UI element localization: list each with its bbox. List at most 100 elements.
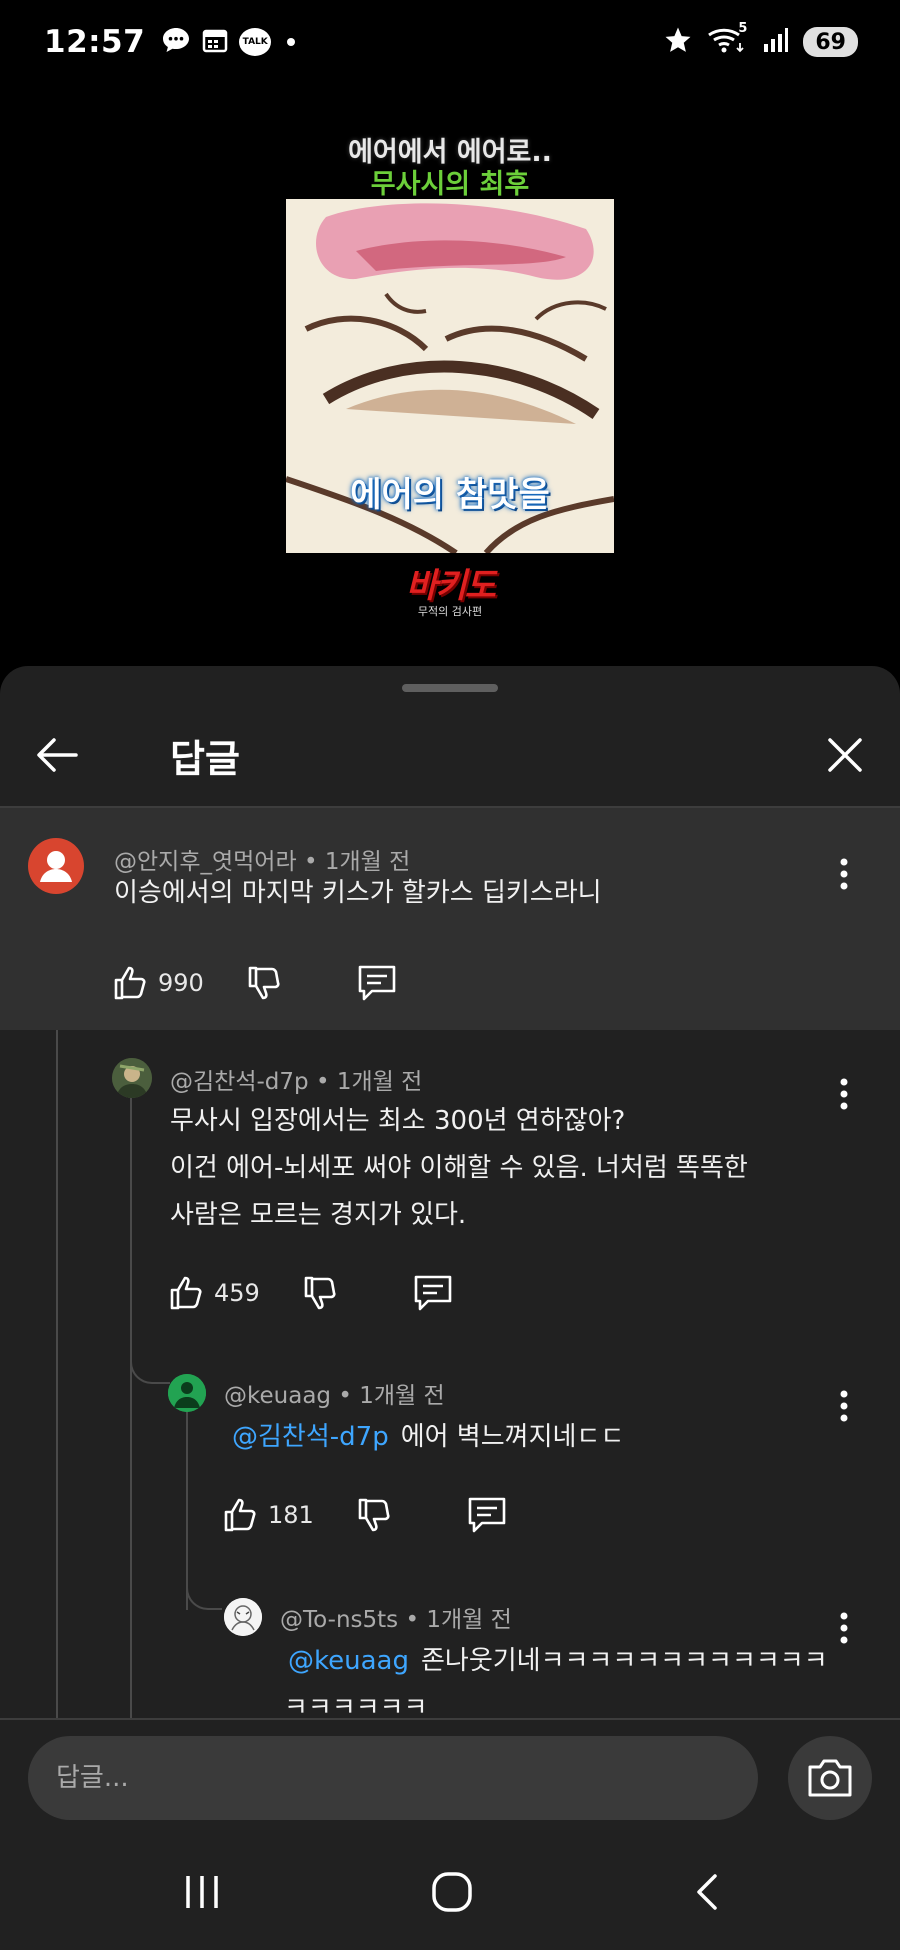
video-logo-sub: 무적의 검사편: [417, 605, 483, 618]
status-right: 5 69: [663, 21, 858, 59]
notification-icons: TALK: [161, 26, 296, 58]
thumbs-down-icon: [358, 1498, 390, 1532]
more-vertical-icon: [840, 1078, 848, 1110]
like-button[interactable]: [168, 1274, 206, 1312]
dot-icon: [287, 38, 296, 46]
thumbs-up-icon: [114, 966, 146, 1000]
thread-line: [130, 1084, 132, 1728]
sheet-title: 답글: [170, 737, 240, 781]
like-count: 459: [214, 1279, 260, 1307]
more-options-button[interactable]: [829, 1072, 859, 1116]
reply-input-bar: [0, 1718, 900, 1828]
like-count: 990: [158, 969, 204, 997]
calendar-icon: [201, 26, 229, 58]
camera-button[interactable]: [788, 1736, 872, 1820]
user-silhouette-icon: [40, 851, 72, 882]
avatar-image-icon: [168, 1374, 206, 1412]
dislike-button[interactable]: [246, 964, 284, 1002]
comment-body: 에어 벽느껴지네ㄷㄷ: [400, 1422, 625, 1452]
close-button[interactable]: [822, 732, 868, 778]
reply-button[interactable]: [412, 1273, 454, 1313]
video-thumbnail: 에어의 참맛을: [286, 199, 614, 553]
like-button[interactable]: [112, 964, 150, 1002]
video-logo-main: 바키도: [406, 566, 496, 606]
status-time: 12:57: [44, 24, 146, 60]
reply-button[interactable]: [356, 963, 398, 1003]
system-nav-bar: [0, 1828, 900, 1950]
comment-author[interactable]: @To-ns5ts: [280, 1607, 398, 1633]
avatar[interactable]: [224, 1598, 262, 1636]
more-options-button[interactable]: [829, 1384, 859, 1428]
reply-input[interactable]: [28, 1736, 758, 1820]
comment-meta: @To-ns5ts • 1개월 전: [280, 1600, 512, 1634]
avatar-image-icon: [224, 1598, 262, 1636]
camera-icon: [808, 1759, 852, 1797]
mention-link[interactable]: @김찬석-d7p: [232, 1422, 389, 1452]
reply-comment-icon: [358, 965, 396, 1001]
meta-separator: •: [315, 1069, 330, 1095]
recent-apps-icon: [186, 1876, 218, 1908]
comment-meta: @keuaag • 1개월 전: [224, 1376, 445, 1410]
kakaotalk-label: TALK: [242, 37, 268, 47]
like-button[interactable]: [222, 1496, 260, 1534]
like-count: 181: [268, 1501, 314, 1529]
wifi-badge: 5: [738, 21, 748, 36]
thumbs-down-icon: [304, 1276, 336, 1310]
more-vertical-icon: [840, 858, 848, 890]
home-button[interactable]: [422, 1862, 482, 1922]
reply-comment-icon: [414, 1275, 452, 1311]
comment-meta: @김찬석-d7p • 1개월 전: [170, 1062, 422, 1096]
video-caption-line2: 무사시의 최후: [370, 169, 530, 200]
comment-time: 1개월 전: [359, 1383, 445, 1409]
back-chevron-icon: [697, 1874, 717, 1910]
comment-time: 1개월 전: [336, 1069, 423, 1095]
dislike-button[interactable]: [302, 1274, 340, 1312]
thumbs-up-icon: [170, 1276, 202, 1310]
home-icon: [432, 1872, 472, 1912]
chat-bubble-icon: [161, 26, 191, 58]
comment-text: 이승에서의 마지막 키스가 할카스 딥키스라니: [114, 878, 602, 908]
recent-apps-button[interactable]: [172, 1862, 232, 1922]
avatar-image-icon: [112, 1058, 152, 1098]
avatar[interactable]: [28, 838, 84, 894]
video-overlay-text: 에어의 참맛을: [350, 475, 550, 515]
wifi-icon: 5: [707, 21, 747, 59]
video-logo: 바키도 무적의 검사편: [370, 558, 530, 618]
reply-button[interactable]: [466, 1495, 508, 1535]
reply-comment-icon: [468, 1497, 506, 1533]
thread-connector: [186, 1566, 222, 1610]
comment-text-line: 이건 에어-뇌세포 써야 이해할 수 있음. 너처럼 똑똑한: [170, 1153, 748, 1183]
avatar[interactable]: [112, 1058, 152, 1098]
comment-actions: 181: [222, 1490, 508, 1540]
star-icon: [663, 25, 693, 59]
thread-connector: [56, 1030, 108, 1070]
more-options-button[interactable]: [829, 852, 859, 896]
avatar[interactable]: [168, 1374, 206, 1412]
more-vertical-icon: [840, 1390, 848, 1422]
comment-time: 1개월 전: [426, 1607, 512, 1633]
comment-text-line: 사람은 모르는 경지가 있다.: [170, 1200, 467, 1230]
arrow-left-icon: [37, 738, 78, 772]
comment-author[interactable]: @김찬석-d7p: [170, 1069, 309, 1095]
meta-separator: •: [338, 1383, 352, 1409]
comment-actions: 459: [168, 1268, 454, 1318]
thread-connector: [130, 1344, 170, 1384]
dislike-button[interactable]: [356, 1496, 394, 1534]
back-nav-button[interactable]: [678, 1862, 738, 1922]
meta-separator: •: [405, 1607, 420, 1633]
back-button[interactable]: [34, 732, 80, 778]
comment-text: 무사시 입장에서는 최소 300년 연하잖아? 이건 에어-뇌세포 써야 이해할…: [170, 1098, 748, 1239]
parent-comment: @안지후_엿먹어라 • 1개월 전 이승에서의 마지막 키스가 할카스 딥키스라…: [0, 808, 900, 1030]
mention-link[interactable]: @keuaag: [288, 1646, 409, 1676]
thumbs-up-icon: [224, 1498, 256, 1532]
comment-author[interactable]: @keuaag: [224, 1383, 331, 1409]
drag-handle[interactable]: [402, 684, 498, 692]
sheet-header: 답글: [0, 706, 900, 806]
battery-indicator: 69: [803, 27, 858, 57]
close-icon: [828, 738, 862, 772]
thumbs-down-icon: [248, 966, 280, 1000]
video-player[interactable]: 에어에서 에어로.. 무사시의 최후 에어의 참맛을 바키도 무적의 검사편: [0, 84, 900, 666]
signal-icon: [761, 26, 789, 58]
status-bar: 12:57 TALK 5 69: [0, 0, 900, 84]
comment-text-line: 무사시 입장에서는 최소 300년 연하잖아?: [170, 1106, 626, 1136]
